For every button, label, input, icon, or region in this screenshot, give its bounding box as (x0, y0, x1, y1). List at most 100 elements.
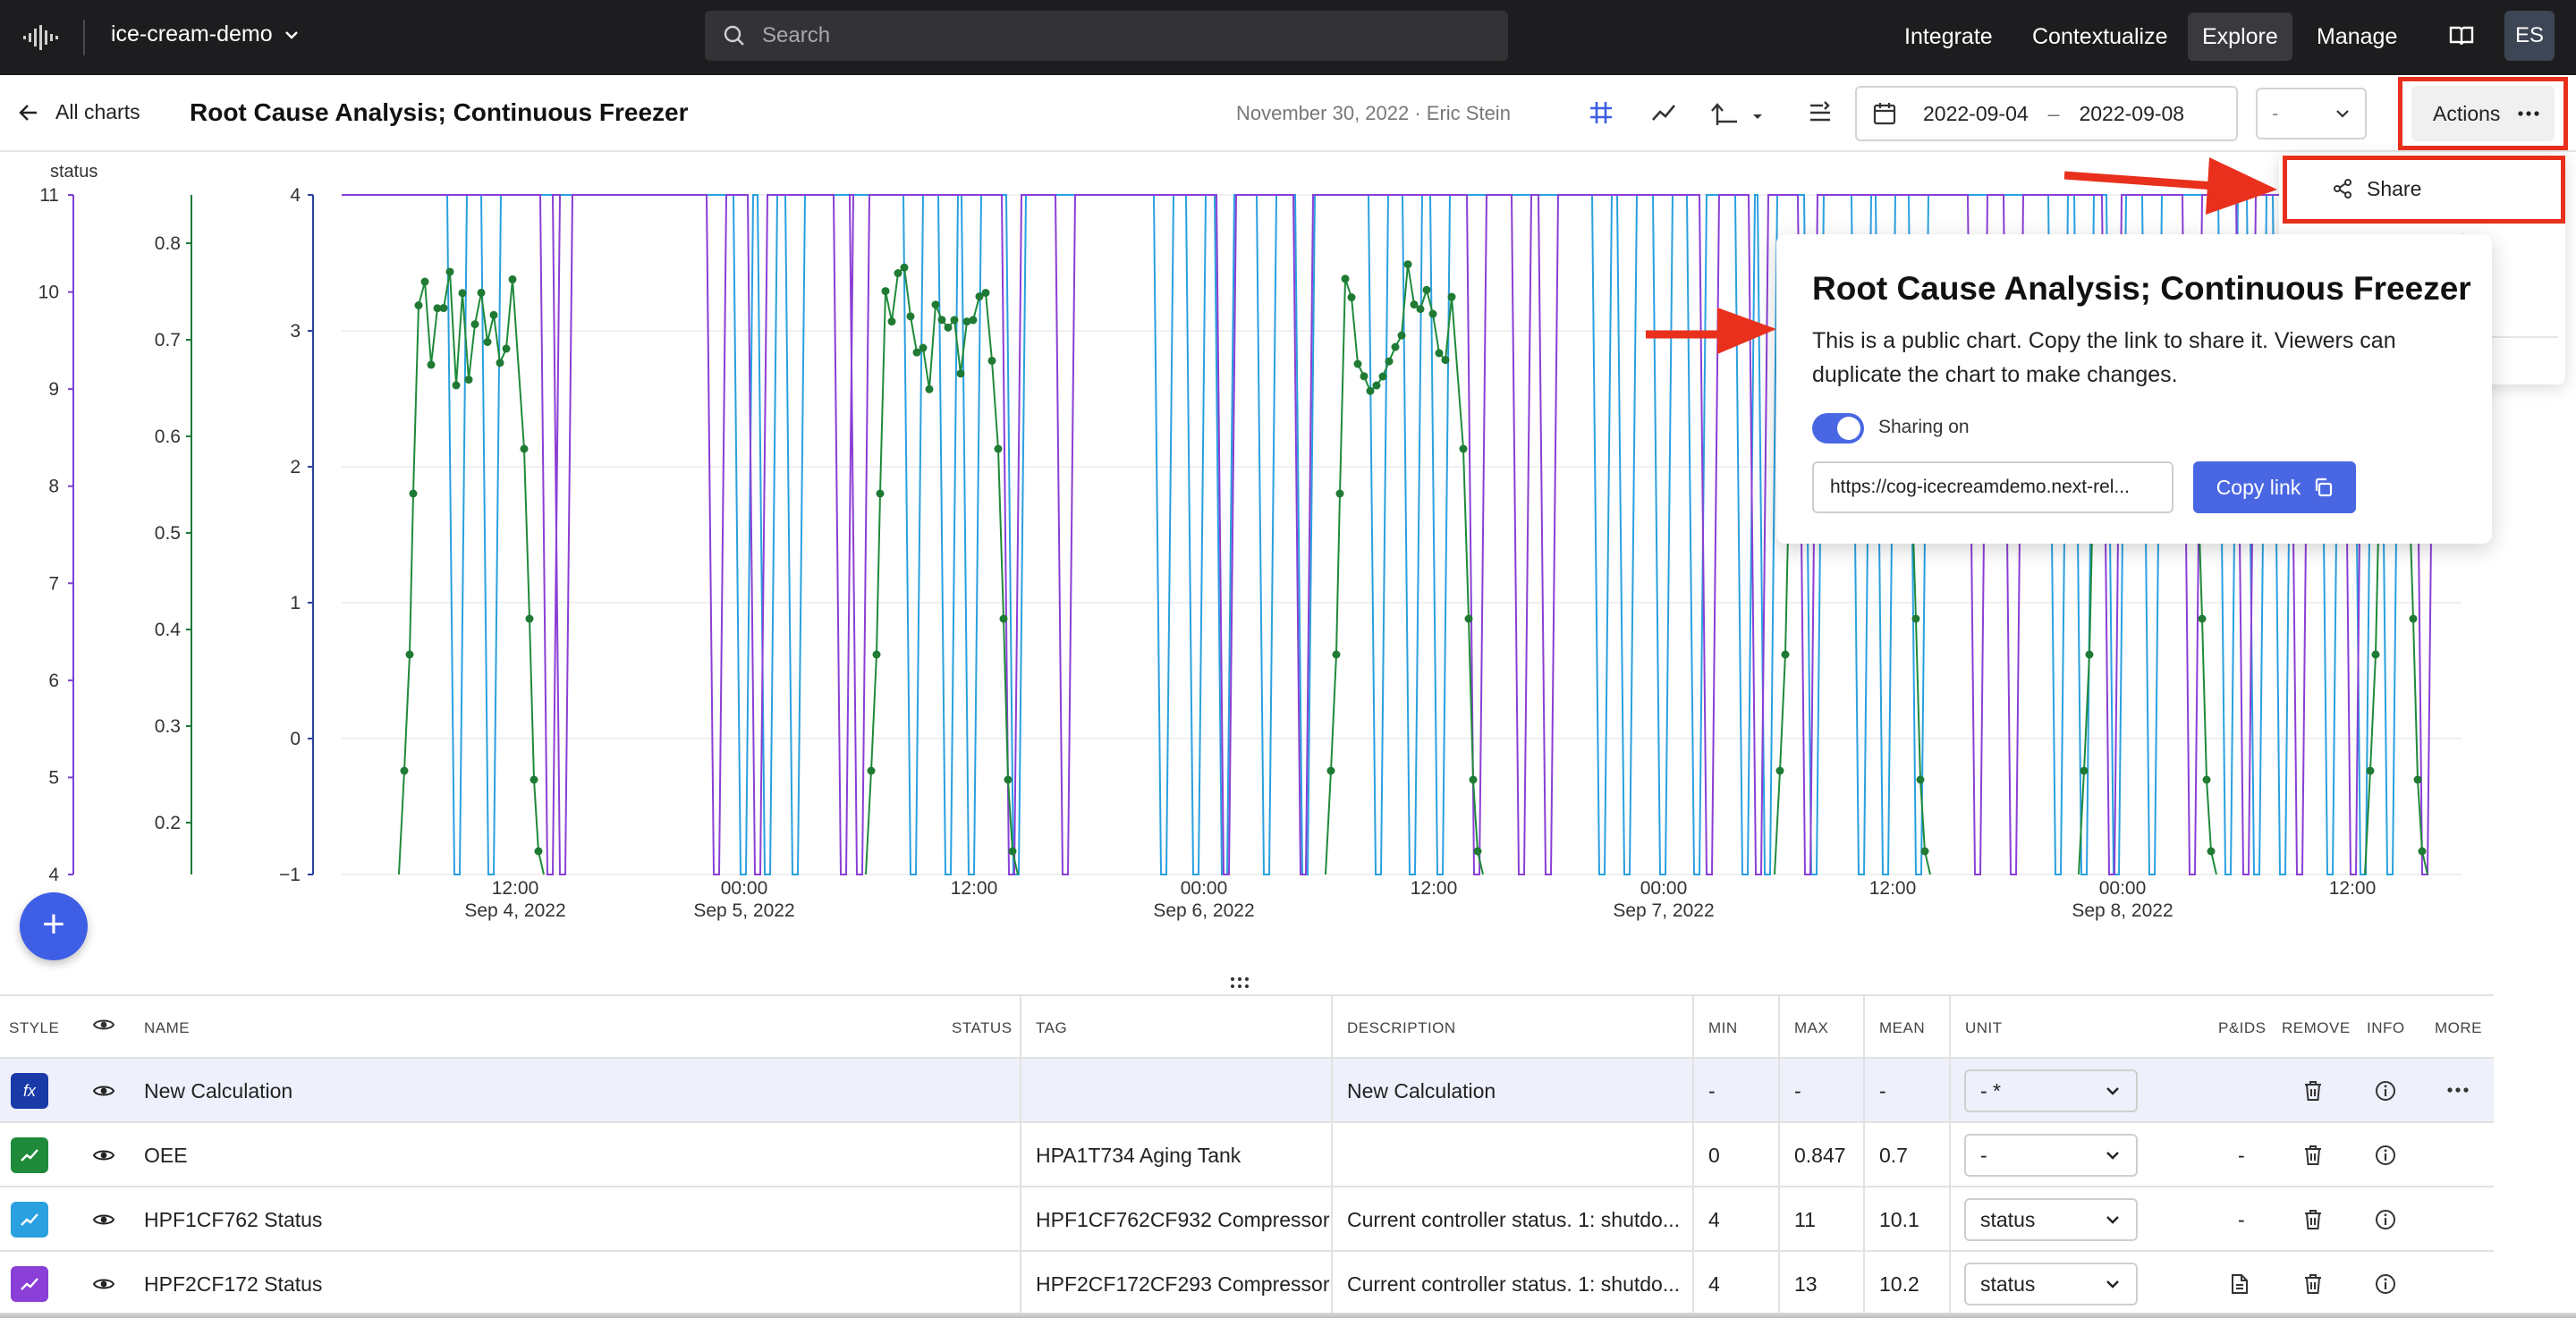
oee-data-point[interactable] (1008, 847, 1017, 856)
user-avatar[interactable]: ES (2504, 11, 2555, 61)
oee-data-point[interactable] (409, 489, 418, 498)
oee-data-point[interactable] (1335, 489, 1344, 498)
oee-data-point[interactable] (1464, 614, 1473, 623)
oee-data-point[interactable] (2198, 614, 2207, 623)
oee-data-point[interactable] (900, 263, 909, 272)
back-to-all-charts-link[interactable]: All charts (18, 100, 140, 124)
documentation-book-icon[interactable] (2447, 21, 2476, 50)
oee-data-point[interactable] (452, 381, 461, 390)
header-max[interactable]: MAX (1794, 1019, 1828, 1037)
trash-icon[interactable] (2303, 1209, 2323, 1230)
oee-data-point[interactable] (944, 323, 953, 332)
project-selector[interactable]: ice-cream-demo (111, 21, 300, 47)
oee-data-point[interactable] (872, 650, 881, 659)
nav-contextualize[interactable]: Contextualize (2018, 13, 2182, 61)
header-status[interactable]: STATUS (952, 1019, 1013, 1037)
oee-data-point[interactable] (931, 300, 940, 309)
oee-data-point[interactable] (464, 376, 473, 384)
header-name[interactable]: NAME (144, 1019, 190, 1037)
nav-explore[interactable]: Explore (2188, 13, 2292, 61)
copy-link-button[interactable]: Copy link (2193, 461, 2356, 513)
style-swatch[interactable] (11, 1137, 48, 1173)
add-time-series-button[interactable]: + (20, 892, 88, 960)
oee-data-point[interactable] (950, 316, 959, 325)
table-row[interactable]: HPF1CF762 Status HPF1CF762CF932 Compresso… (0, 1187, 2494, 1252)
visibility-eye-icon[interactable] (93, 1211, 114, 1229)
table-row[interactable]: OEE HPA1T734 Aging Tank 0 0.847 0.7 - - (0, 1123, 2494, 1187)
oee-data-point[interactable] (1378, 372, 1387, 381)
oee-data-point[interactable] (2409, 614, 2418, 623)
oee-data-point[interactable] (987, 356, 996, 365)
oee-data-point[interactable] (1781, 650, 1790, 659)
actions-button[interactable]: Actions (2411, 86, 2555, 141)
chart-settings-icon[interactable] (1807, 100, 1834, 127)
header-style[interactable]: STYLE (9, 1019, 59, 1037)
oee-data-point[interactable] (981, 289, 990, 298)
sharing-toggle[interactable] (1812, 413, 1864, 444)
oee-data-point[interactable] (969, 316, 978, 325)
oee-data-point[interactable] (906, 312, 915, 321)
oee-data-point[interactable] (400, 766, 409, 775)
oee-data-point[interactable] (1332, 650, 1341, 659)
oee-data-point[interactable] (1473, 847, 1482, 856)
oee-data-point[interactable] (477, 288, 486, 297)
oee-data-point[interactable] (1385, 357, 1394, 366)
oee-data-point[interactable] (1441, 356, 1450, 365)
info-icon[interactable] (2375, 1209, 2396, 1230)
more-horizontal-icon[interactable] (2447, 1087, 2469, 1093)
oee-data-point[interactable] (2371, 650, 2380, 659)
oee-data-point[interactable] (439, 304, 448, 313)
axis-merge-icon[interactable] (1710, 100, 1766, 127)
search-input[interactable]: Search (705, 11, 1508, 61)
nav-manage[interactable]: Manage (2302, 13, 2411, 61)
oee-data-point[interactable] (1911, 614, 1920, 623)
document-icon[interactable] (2231, 1273, 2249, 1295)
oee-data-point[interactable] (999, 614, 1008, 623)
row-name[interactable]: New Calculation (144, 1079, 292, 1103)
oee-data-point[interactable] (2207, 847, 2216, 856)
row-name[interactable]: HPF1CF762 Status (144, 1208, 322, 1232)
oee-data-point[interactable] (937, 316, 946, 325)
chart-title[interactable]: Root Cause Analysis; Continuous Freezer (190, 98, 689, 127)
oee-data-point[interactable] (534, 847, 543, 856)
row-name[interactable]: OEE (144, 1144, 188, 1168)
oee-data-point[interactable] (1347, 293, 1356, 302)
oee-data-point[interactable] (1360, 372, 1368, 381)
header-mean[interactable]: MEAN (1879, 1019, 1925, 1037)
oee-data-point[interactable] (956, 369, 965, 378)
oee-data-point[interactable] (502, 344, 511, 353)
oee-data-point[interactable] (1775, 766, 1784, 775)
oee-data-point[interactable] (1372, 381, 1381, 390)
style-swatch[interactable] (11, 1202, 48, 1238)
oee-data-point[interactable] (1366, 386, 1375, 395)
oee-data-point[interactable] (2418, 847, 2427, 856)
oee-data-point[interactable] (405, 650, 414, 659)
oee-data-point[interactable] (1422, 285, 1431, 294)
oee-data-point[interactable] (1435, 349, 1444, 358)
oee-data-point[interactable] (1920, 847, 1929, 856)
oee-data-point[interactable] (1353, 359, 1362, 368)
row-name[interactable]: HPF2CF172 Status (144, 1272, 322, 1297)
oee-data-point[interactable] (530, 775, 538, 784)
trash-icon[interactable] (2303, 1080, 2323, 1102)
header-description[interactable]: DESCRIPTION (1347, 1019, 1456, 1037)
line-chart-icon[interactable] (1651, 102, 1676, 123)
table-row[interactable]: fx New Calculation New Calculation - - - - * (0, 1059, 2494, 1123)
style-swatch[interactable] (11, 1266, 48, 1302)
resize-drag-handle-icon[interactable] (1230, 976, 1250, 989)
oee-data-point[interactable] (919, 343, 928, 352)
style-swatch[interactable]: fx (11, 1073, 48, 1109)
oee-data-point[interactable] (1428, 309, 1437, 318)
date-range-picker[interactable]: 2022-09-04 – 2022-09-08 (1855, 86, 2238, 141)
eye-icon[interactable] (93, 1016, 114, 1034)
unit-select[interactable]: status (1964, 1198, 2138, 1241)
oee-data-point[interactable] (1416, 305, 1425, 314)
oee-data-point[interactable] (445, 267, 454, 276)
oee-data-point[interactable] (2413, 775, 2422, 784)
info-icon[interactable] (2375, 1145, 2396, 1166)
oee-data-point[interactable] (1916, 775, 1925, 784)
oee-data-point[interactable] (1341, 275, 1350, 283)
share-menu-item[interactable]: Share (2286, 157, 2558, 220)
oee-data-point[interactable] (414, 301, 423, 310)
unit-select[interactable]: - * (1964, 1069, 2138, 1112)
